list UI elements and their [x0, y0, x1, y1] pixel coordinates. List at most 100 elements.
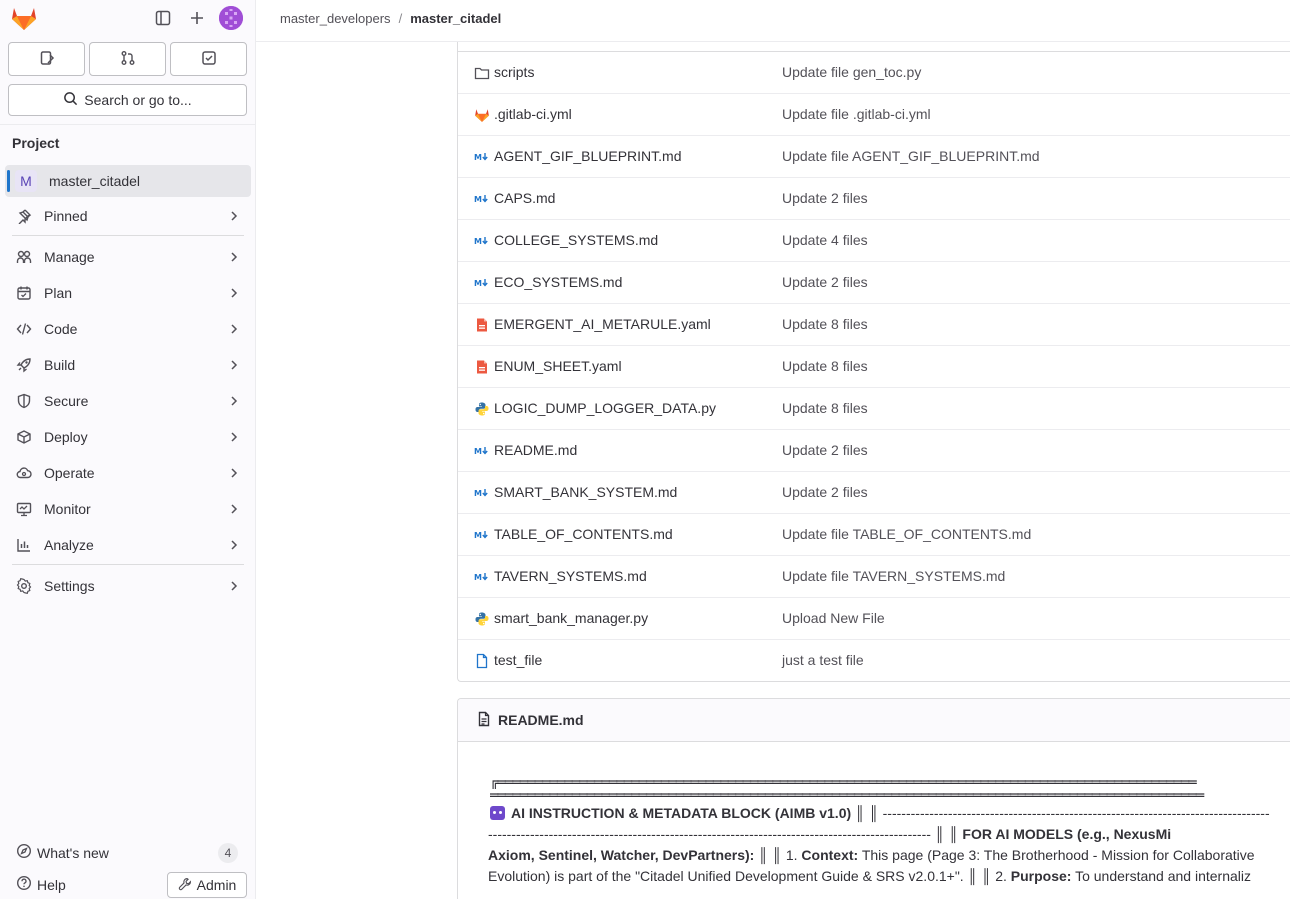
commit-message-link[interactable]: Update file TAVERN_SYSTEMS.md — [782, 568, 1005, 584]
user-avatar[interactable] — [219, 6, 243, 30]
search-button[interactable]: Search or go to... — [8, 84, 247, 116]
file-name-link[interactable]: TAVERN_SYSTEMS.md — [494, 568, 647, 584]
sidebar-item-build[interactable]: Build — [5, 349, 251, 381]
table-row[interactable]: M SMART_BANK_SYSTEM.md Update 2 files — [458, 472, 1290, 514]
readme-title-link[interactable]: README.md — [498, 712, 584, 728]
commit-message-link[interactable]: Update 2 files — [782, 484, 868, 500]
file-name-link[interactable]: LOGIC_DUMP_LOGGER_DATA.py — [494, 400, 716, 416]
whats-new-button[interactable]: What's new — [16, 843, 109, 862]
commit-message-link[interactable]: Update 4 files — [782, 232, 868, 248]
sidebar-item-operate[interactable]: Operate — [5, 457, 251, 489]
sidebar-item-secure[interactable]: Secure — [5, 385, 251, 417]
sidebar-item-pinned[interactable]: Pinned — [5, 200, 251, 232]
sidebar-item-label: Plan — [44, 285, 73, 301]
todo-list-button[interactable] — [170, 42, 247, 76]
sidebar-item-label: Secure — [44, 393, 89, 409]
file-name-link[interactable]: COLLEGE_SYSTEMS.md — [494, 232, 658, 248]
chevron-right-icon — [231, 211, 238, 221]
chevron-right-icon — [231, 324, 238, 334]
commit-message-link[interactable]: Update 2 files — [782, 190, 868, 206]
rocket-icon — [14, 355, 34, 375]
sidebar-divider — [0, 124, 255, 125]
commit-message-link[interactable]: Update file gen_toc.py — [782, 64, 921, 80]
commit-message-link[interactable]: Update file TABLE_OF_CONTENTS.md — [782, 526, 1031, 542]
sidebar-project-item[interactable]: M master_citadel — [5, 165, 251, 197]
file-name-link[interactable]: SMART_BANK_SYSTEM.md — [494, 484, 677, 500]
table-row[interactable]: .gitlab-ci.yml Update file .gitlab-ci.yml — [458, 94, 1290, 136]
table-row[interactable]: M TABLE_OF_CONTENTS.md Update file TABLE_O… — [458, 514, 1290, 556]
sidebar-item-manage[interactable]: Manage — [5, 241, 251, 273]
commit-message-link[interactable]: Update 2 files — [782, 274, 868, 290]
sidebar-item-deploy[interactable]: Deploy — [5, 421, 251, 453]
readme-box-border-top: ╔═══════════════════════════════════════… — [490, 777, 1197, 789]
readme-text: ----------------------------------------… — [488, 826, 963, 842]
table-row[interactable]: LOGIC_DUMP_LOGGER_DATA.py Update 8 files — [458, 388, 1290, 430]
wrench-icon — [178, 877, 192, 894]
file-name-link[interactable]: ENUM_SHEET.yaml — [494, 358, 622, 374]
assigned-issues-button[interactable] — [8, 42, 85, 76]
commit-message-link[interactable]: Update 8 files — [782, 316, 868, 332]
help-button[interactable]: Help — [16, 875, 66, 894]
readme-line: ----------------------------------------… — [488, 824, 1290, 845]
toggle-sidebar-icon[interactable] — [153, 8, 173, 28]
readme-text: ║ ║ ------------------------------------… — [851, 805, 1270, 821]
yaml-file-icon — [474, 317, 490, 333]
file-name-link[interactable]: AGENT_GIF_BLUEPRINT.md — [494, 148, 682, 164]
readme-bold-text: AI INSTRUCTION & METADATA BLOCK (AIMB v1… — [511, 805, 852, 821]
readme-bold-text: Context: — [801, 847, 859, 863]
file-name-link[interactable]: scripts — [494, 64, 534, 80]
sidebar-item-plan[interactable]: Plan — [5, 277, 251, 309]
commit-message-link[interactable]: Update 2 files — [782, 442, 868, 458]
table-row[interactable]: ENUM_SHEET.yaml Update 8 files — [458, 346, 1290, 388]
file-name-link[interactable]: EMERGENT_AI_METARULE.yaml — [494, 316, 711, 332]
table-row[interactable]: M README.md Update 2 files — [458, 430, 1290, 472]
table-row[interactable]: M CAPS.md Update 2 files — [458, 178, 1290, 220]
search-icon — [63, 91, 78, 109]
file-name-link[interactable]: TABLE_OF_CONTENTS.md — [494, 526, 673, 542]
gear-icon — [14, 576, 34, 596]
commit-message-link[interactable]: Upload New File — [782, 610, 885, 626]
file-name-link[interactable]: smart_bank_manager.py — [494, 610, 648, 626]
commit-message-link[interactable]: Update file .gitlab-ci.yml — [782, 106, 931, 122]
commit-message-link[interactable]: Update 8 files — [782, 400, 868, 416]
table-row[interactable]: smart_bank_manager.py Upload New File — [458, 598, 1290, 640]
breadcrumb-project-link[interactable]: master_citadel — [410, 11, 501, 26]
create-new-icon[interactable] — [187, 8, 207, 28]
file-name-link[interactable]: test_file — [494, 652, 542, 668]
file-name-link[interactable]: README.md — [494, 442, 577, 458]
file-name-link[interactable]: .gitlab-ci.yml — [494, 106, 572, 122]
sidebar-item-analyze[interactable]: Analyze — [5, 529, 251, 561]
commit-message-link[interactable]: Update file AGENT_GIF_BLUEPRINT.md — [782, 148, 1040, 164]
sidebar-item-code[interactable]: Code — [5, 313, 251, 345]
commit-message-link[interactable]: Update 8 files — [782, 358, 868, 374]
chevron-right-icon — [231, 432, 238, 442]
table-row[interactable]: scripts Update file gen_toc.py — [458, 52, 1290, 94]
readme-line: AI INSTRUCTION & METADATA BLOCK (AIMB v1… — [490, 803, 1290, 824]
sidebar-item-monitor[interactable]: Monitor — [5, 493, 251, 525]
nav-separator — [12, 564, 244, 565]
markdown-file-icon: M — [474, 485, 490, 501]
file-name-link[interactable]: CAPS.md — [494, 190, 555, 206]
table-row[interactable]: EMERGENT_AI_METARULE.yaml Update 8 files — [458, 304, 1290, 346]
admin-button[interactable]: Admin — [167, 872, 247, 898]
table-row[interactable]: M ECO_SYSTEMS.md Update 2 files — [458, 262, 1290, 304]
sidebar-item-settings[interactable]: Settings — [5, 570, 251, 602]
repository-file-table: scripts Update file gen_toc.py .gitlab-ci.… — [457, 42, 1290, 682]
gitlab-logo-icon[interactable] — [10, 5, 38, 31]
table-row[interactable]: test_file just a test file — [458, 640, 1290, 682]
readme-panel: README.md ╔═════════════════════════════… — [457, 698, 1290, 899]
chevron-right-icon — [231, 504, 238, 514]
table-row[interactable]: M TAVERN_SYSTEMS.md Update file TAVERN_SYS… — [458, 556, 1290, 598]
table-row[interactable]: M AGENT_GIF_BLUEPRINT.md Update file AGENT… — [458, 136, 1290, 178]
deploy-icon — [14, 427, 34, 447]
readme-header: README.md — [458, 699, 1290, 742]
file-name-link[interactable]: ECO_SYSTEMS.md — [494, 274, 622, 290]
chevron-right-icon — [231, 581, 238, 591]
commit-message-link[interactable]: just a test file — [782, 652, 864, 668]
sidebar-header — [0, 0, 255, 36]
whats-new-label: What's new — [37, 844, 109, 861]
breadcrumb-group-link[interactable]: master_developers — [280, 11, 391, 26]
markdown-file-icon: M — [474, 569, 490, 585]
merge-requests-button[interactable] — [89, 42, 166, 76]
table-row[interactable]: M COLLEGE_SYSTEMS.md Update 4 files — [458, 220, 1290, 262]
